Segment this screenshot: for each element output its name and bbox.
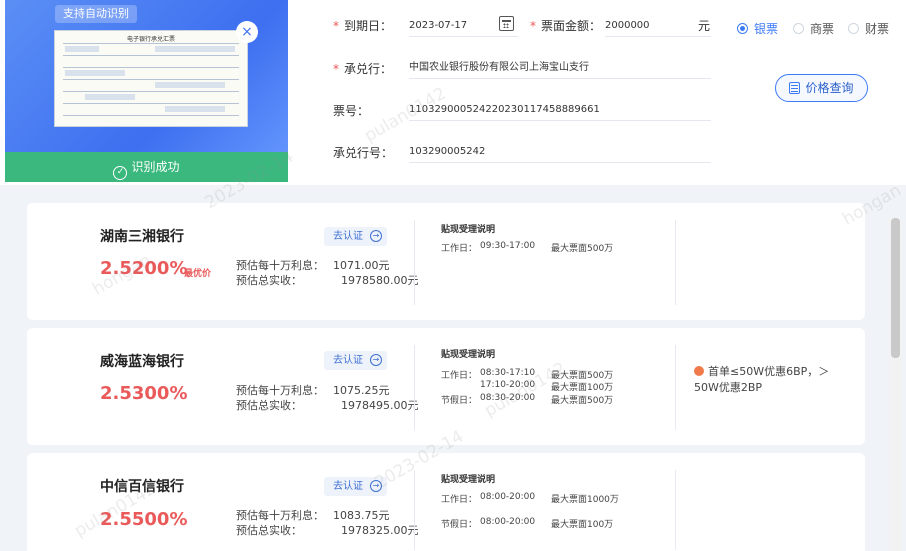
ticket-scan-panel: 支持自动识别 电子银行承兑汇票 × ✓ 识别成功	[5, 0, 288, 182]
acceptor-number-field[interactable]: 103290005242	[409, 140, 711, 163]
rule-time: 09:30-17:00	[480, 241, 536, 251]
ticket-number-label: 票号：	[333, 104, 370, 118]
bank-quote-card[interactable]: 威海蓝海银行 2.5300% 去认证 → 预估每十万利息： 1075.25元 预估…	[27, 328, 865, 445]
rule-limit: 最大票面100万	[551, 520, 614, 530]
promotion-note: 首单≤50W优惠6BP，＞ 50W优惠2BP	[694, 365, 830, 394]
acceptor-field[interactable]: 中国农业银行股份有限公司上海宝山支行	[409, 56, 711, 79]
ticket-thumbnail-title: 电子银行承兑汇票	[126, 36, 175, 43]
scrollbar-thumb[interactable]	[891, 218, 900, 358]
total-value: 1978580.00元	[341, 274, 419, 287]
bank-name: 湖南三湘银行	[100, 229, 184, 245]
bank-name: 中信百信银行	[100, 479, 184, 495]
calendar-icon[interactable]	[499, 16, 514, 31]
bank-quote-card[interactable]: 中信百信银行 2.5500% 去认证 → 预估每十万利息： 1083.75元 预估…	[27, 453, 865, 551]
bank-name: 威海蓝海银行	[100, 354, 184, 370]
amount-label: * 票面金额：	[530, 19, 602, 33]
discount-rate: 2.5500%	[100, 509, 188, 530]
auto-recognition-tag: 支持自动识别	[55, 5, 137, 23]
rule-label: 工作日：	[441, 495, 478, 505]
discount-icon	[694, 366, 704, 376]
rules-title: 贴现受理说明	[441, 225, 496, 235]
rule-label: 节假日：	[441, 396, 478, 406]
query-form: 支持自动识别 电子银行承兑汇票 × ✓ 识别成功 * 到期日： 2023-07-17…	[0, 0, 906, 185]
calculator-icon	[789, 82, 801, 94]
arrow-right-circle-icon: →	[370, 354, 382, 366]
interest-value: 1083.75元	[333, 509, 390, 522]
rule-label: 工作日：	[441, 244, 478, 254]
total-label: 预估总实收：	[236, 274, 302, 287]
certify-button[interactable]: 去认证 →	[324, 227, 387, 246]
rule-limit: 最大票面1000万	[551, 495, 619, 505]
price-query-button[interactable]: 价格查询	[775, 74, 868, 102]
arrow-right-circle-icon: →	[370, 230, 382, 242]
rules-title: 贴现受理说明	[441, 350, 496, 360]
check-circle-icon: ✓	[113, 166, 128, 180]
best-price-tag: 最优价	[184, 269, 212, 279]
recognition-success-bar: ✓ 识别成功	[5, 152, 288, 182]
interest-label: 预估每十万利息：	[236, 259, 324, 272]
rule-label: 工作日：	[441, 371, 478, 381]
rule-time: 08:30-20:00	[480, 393, 536, 403]
rule-time: 08:30-17:10	[480, 368, 536, 378]
amount-unit: 元	[698, 19, 711, 33]
close-icon[interactable]: ×	[236, 21, 258, 43]
rules-title: 贴现受理说明	[441, 475, 496, 485]
acceptor-label: * 承兑行：	[333, 62, 393, 76]
discount-rate: 2.5300%	[100, 383, 188, 404]
total-label: 预估总实收：	[236, 524, 302, 537]
list-scrollbar[interactable]	[889, 218, 902, 551]
rule-label: 节假日：	[441, 520, 478, 530]
total-label: 预估总实收：	[236, 399, 302, 412]
ticket-thumbnail: 电子银行承兑汇票	[54, 30, 248, 127]
total-value: 1978495.00元	[341, 399, 419, 412]
interest-value: 1071.00元	[333, 259, 390, 272]
bank-quote-card[interactable]: 湖南三湘银行 2.5200% 最优价 去认证 → 预估每十万利息： 1071.00…	[27, 203, 865, 320]
radio-finance-ticket[interactable]: 财票	[848, 20, 889, 37]
radio-commercial-ticket[interactable]: 商票	[793, 20, 834, 37]
interest-value: 1075.25元	[333, 384, 390, 397]
ticket-number-field[interactable]: 110329000524220230117458889661	[409, 98, 711, 121]
interest-label: 预估每十万利息：	[236, 509, 324, 522]
total-value: 1978325.00元	[341, 524, 419, 537]
amount-field[interactable]: 2000000	[605, 14, 711, 37]
rule-time: 08:00-20:00	[480, 492, 536, 502]
rule-time: 08:00-20:00	[480, 517, 536, 527]
discount-rate: 2.5200%	[100, 258, 188, 279]
certify-button[interactable]: 去认证 →	[324, 477, 387, 496]
rule-time: 17:10-20:00	[480, 380, 536, 390]
rule-limit: 最大票面100万	[551, 383, 614, 393]
certify-button[interactable]: 去认证 →	[324, 351, 387, 370]
acceptor-number-label: 承兑行号：	[333, 146, 394, 160]
arrow-right-circle-icon: →	[370, 480, 382, 492]
radio-bank-ticket[interactable]: 银票	[737, 20, 778, 37]
interest-label: 预估每十万利息：	[236, 384, 324, 397]
recognition-success-label: 识别成功	[131, 160, 180, 174]
rule-limit: 最大票面500万	[551, 396, 614, 406]
due-date-label: * 到期日：	[333, 19, 393, 33]
rule-limit: 最大票面500万	[551, 244, 614, 254]
